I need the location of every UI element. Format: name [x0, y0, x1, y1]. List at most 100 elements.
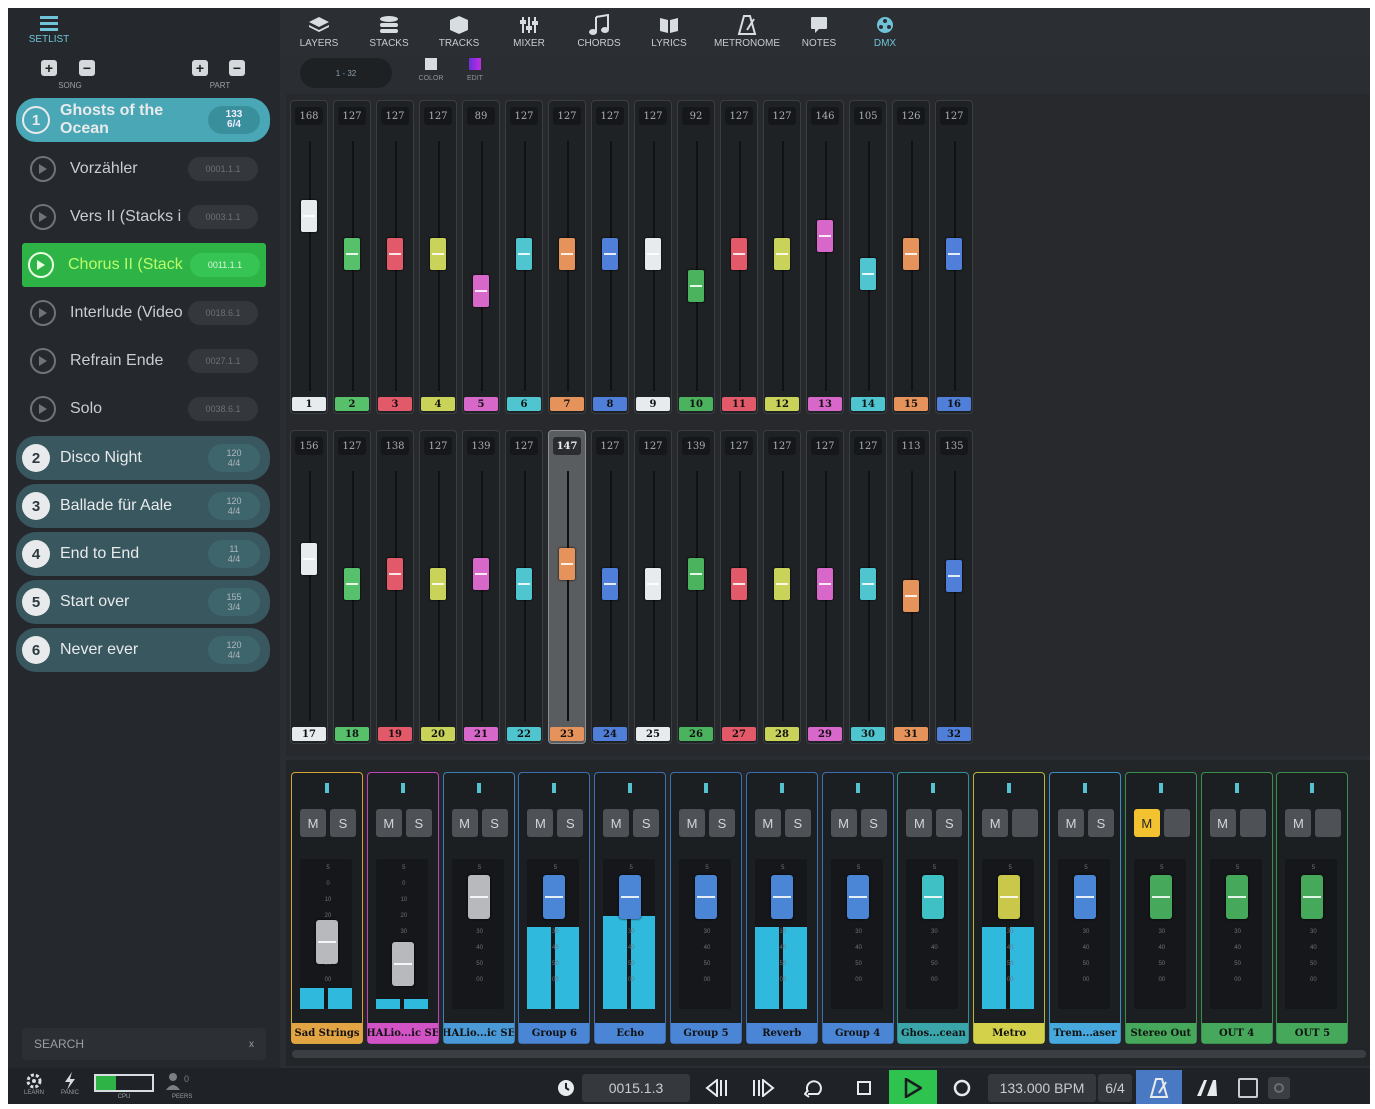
layer-channel[interactable]: 127 28	[763, 430, 801, 744]
solo-button[interactable]: S	[936, 809, 963, 837]
nav-tracks[interactable]: TRACKS	[434, 12, 484, 56]
play-part-icon[interactable]	[30, 348, 56, 374]
layer-channel[interactable]: 127 3	[376, 100, 414, 414]
sync-button[interactable]	[1266, 1074, 1292, 1102]
time-signature-display[interactable]: 6/4	[1098, 1074, 1132, 1102]
record-button[interactable]	[948, 1074, 976, 1102]
play-part-icon[interactable]	[30, 396, 56, 422]
mixer-fader-knob[interactable]	[922, 874, 945, 919]
fader-knob[interactable]	[645, 237, 661, 270]
layer-channel[interactable]: 138 19	[376, 430, 414, 744]
song-item[interactable]: 3 Ballade für Aale 120 4/4	[16, 484, 270, 528]
solo-button[interactable]	[1012, 809, 1039, 837]
mute-button[interactable]: M	[1058, 809, 1084, 837]
solo-button[interactable]: S	[784, 809, 811, 837]
learn-button[interactable]: LEARN	[22, 1072, 46, 1102]
remove-song-button[interactable]: −	[79, 60, 95, 76]
song-item[interactable]: 5 Start over 155 3/4	[16, 580, 270, 624]
nav-stacks[interactable]: STACKS	[364, 12, 414, 56]
fader-knob[interactable]	[344, 237, 360, 270]
layer-range-selector[interactable]: 1 - 32	[300, 58, 392, 88]
fader-knob[interactable]	[860, 257, 876, 290]
mute-button[interactable]: M	[679, 809, 705, 837]
layer-channel[interactable]: 126 15	[892, 100, 930, 414]
layer-channel[interactable]: 127 4	[419, 100, 457, 414]
mute-button[interactable]: M	[300, 809, 326, 837]
mute-button[interactable]: M	[1285, 809, 1312, 837]
mute-button[interactable]: M	[603, 809, 630, 837]
video-output-toggle[interactable]	[1236, 1074, 1260, 1102]
layer-channel[interactable]: 156 17	[290, 430, 328, 744]
solo-button[interactable]	[1163, 809, 1190, 837]
fader-knob[interactable]	[946, 560, 962, 592]
mixer-scrollbar[interactable]	[292, 1050, 1366, 1058]
mixer-fader-knob[interactable]	[316, 919, 338, 964]
play-part-icon[interactable]	[30, 204, 56, 230]
solo-button[interactable]: S	[1088, 809, 1114, 837]
search-box[interactable]: SEARCH x	[22, 1028, 266, 1060]
part-item[interactable]: Solo 0038.6.1	[24, 387, 264, 431]
nav-layers[interactable]: LAYERS	[294, 12, 344, 56]
nav-mixer[interactable]: MIXER	[504, 12, 554, 56]
fader-knob[interactable]	[301, 542, 317, 575]
part-item[interactable]: Vorzähler 0001.1.1	[24, 147, 264, 191]
edit-button[interactable]: EDIT	[460, 58, 490, 88]
fader-knob[interactable]	[473, 557, 489, 590]
mute-button[interactable]: M	[982, 809, 1009, 837]
layer-channel[interactable]: 168 1	[290, 100, 328, 414]
part-item[interactable]: Refrain Ende 0027.1.1	[24, 339, 264, 383]
mute-button[interactable]: M	[830, 809, 857, 837]
solo-button[interactable]: S	[481, 809, 508, 837]
layer-channel[interactable]: 113 31	[892, 430, 930, 744]
mixer-fader-knob[interactable]	[391, 942, 414, 986]
layer-channel[interactable]: 127 29	[806, 430, 844, 744]
layer-channel[interactable]: 127 2	[333, 100, 371, 414]
mute-button[interactable]: M	[1209, 809, 1236, 837]
fader-knob[interactable]	[946, 237, 962, 270]
layer-channel[interactable]: 127 6	[505, 100, 543, 414]
fader-knob[interactable]	[645, 567, 661, 600]
solo-button[interactable]	[1315, 809, 1342, 837]
layer-channel[interactable]: 127 20	[419, 430, 457, 744]
fader-knob[interactable]	[430, 567, 446, 600]
mute-button[interactable]: M	[754, 809, 781, 837]
fader-knob[interactable]	[774, 237, 790, 270]
layer-channel[interactable]: 127 16	[935, 100, 973, 414]
fader-knob[interactable]	[559, 237, 575, 270]
layer-channel[interactable]: 127 27	[720, 430, 758, 744]
fader-knob[interactable]	[903, 580, 919, 612]
song-item-active[interactable]: 1 Ghosts of the Ocean 133 6/4	[16, 98, 270, 142]
fader-knob[interactable]	[688, 557, 704, 590]
count-in-button[interactable]	[1192, 1074, 1222, 1102]
layer-channel[interactable]: 127 30	[849, 430, 887, 744]
mute-button[interactable]: M	[1133, 809, 1160, 837]
layer-channel[interactable]: 127 11	[720, 100, 758, 414]
layer-channel[interactable]: 105 14	[849, 100, 887, 414]
panic-button[interactable]: PANIC	[58, 1072, 82, 1102]
mixer-fader-knob[interactable]	[1149, 874, 1172, 919]
layer-channel[interactable]: 127 12	[763, 100, 801, 414]
solo-button[interactable]: S	[405, 809, 432, 837]
next-part-button[interactable]	[748, 1074, 778, 1102]
play-button[interactable]	[889, 1070, 937, 1104]
peers-indicator[interactable]: 0 PEERS	[166, 1072, 196, 1102]
mixer-fader-knob[interactable]	[1074, 874, 1096, 919]
nav-dmx[interactable]: DMX	[860, 12, 910, 56]
fader-knob[interactable]	[387, 557, 403, 590]
mixer-fader-knob[interactable]	[846, 874, 869, 919]
play-part-icon[interactable]	[28, 252, 54, 278]
solo-button[interactable]: S	[330, 809, 356, 837]
layer-channel[interactable]: 147 23	[548, 430, 586, 744]
loop-button[interactable]	[800, 1074, 830, 1102]
part-item[interactable]: Vers II (Stacks i 0003.1.1	[24, 195, 264, 239]
layer-channel[interactable]: 135 32	[935, 430, 973, 744]
song-item[interactable]: 2 Disco Night 120 4/4	[16, 436, 270, 480]
fader-knob[interactable]	[817, 567, 833, 600]
solo-button[interactable]: S	[709, 809, 735, 837]
layer-channel[interactable]: 89 5	[462, 100, 500, 414]
fader-knob[interactable]	[688, 270, 704, 302]
layer-channel[interactable]: 92 10	[677, 100, 715, 414]
solo-button[interactable]: S	[557, 809, 584, 837]
play-part-icon[interactable]	[30, 300, 56, 326]
layer-channel[interactable]: 127 22	[505, 430, 543, 744]
